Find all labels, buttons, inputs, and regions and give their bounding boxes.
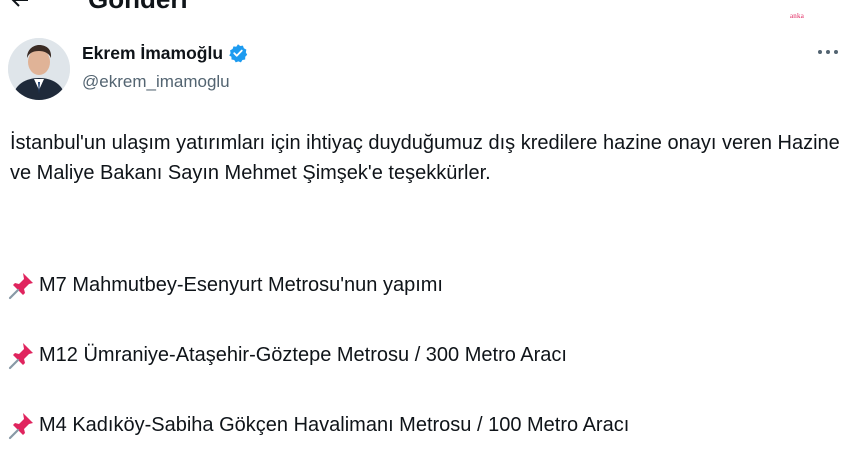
tweet-text: İstanbul'un ulaşım yatırımları için ihti… [10,128,840,188]
list-item-text: M12 Ümraniye-Ataşehir-Göztepe Metrosu / … [39,343,567,366]
watermark: anka [790,12,805,20]
verified-badge-icon [229,44,248,63]
pushpin-icon [8,273,33,300]
author-display-name[interactable]: Ekrem İmamoğlu [82,43,223,64]
avatar-image [8,38,70,100]
tweet-list-item: M12 Ümraniye-Ataşehir-Göztepe Metrosu / … [8,340,567,370]
author-name-row[interactable]: Ekrem İmamoğlu [82,40,248,66]
page-title: Gönderi [88,0,188,14]
avatar[interactable] [8,38,70,100]
list-item-text: M7 Mahmutbey-Esenyurt Metrosu'nun yapımı [39,273,443,296]
author-handle[interactable]: @ekrem_imamoglu [82,72,230,92]
list-item-text: M4 Kadıköy-Sabiha Gökçen Havalimanı Metr… [39,413,630,436]
pushpin-icon [8,343,33,370]
tweet-paragraph: İstanbul'un ulaşım yatırımları için ihti… [10,132,840,184]
tweet-list-item: M7 Mahmutbey-Esenyurt Metrosu'nun yapımı [8,270,443,300]
pushpin-icon [8,413,33,440]
back-arrow-icon[interactable] [8,0,32,12]
top-bar: Gönderi [0,0,850,14]
tweet-list-item: M4 Kadıköy-Sabiha Gökçen Havalimanı Metr… [8,410,629,440]
more-options-icon[interactable] [815,44,841,60]
